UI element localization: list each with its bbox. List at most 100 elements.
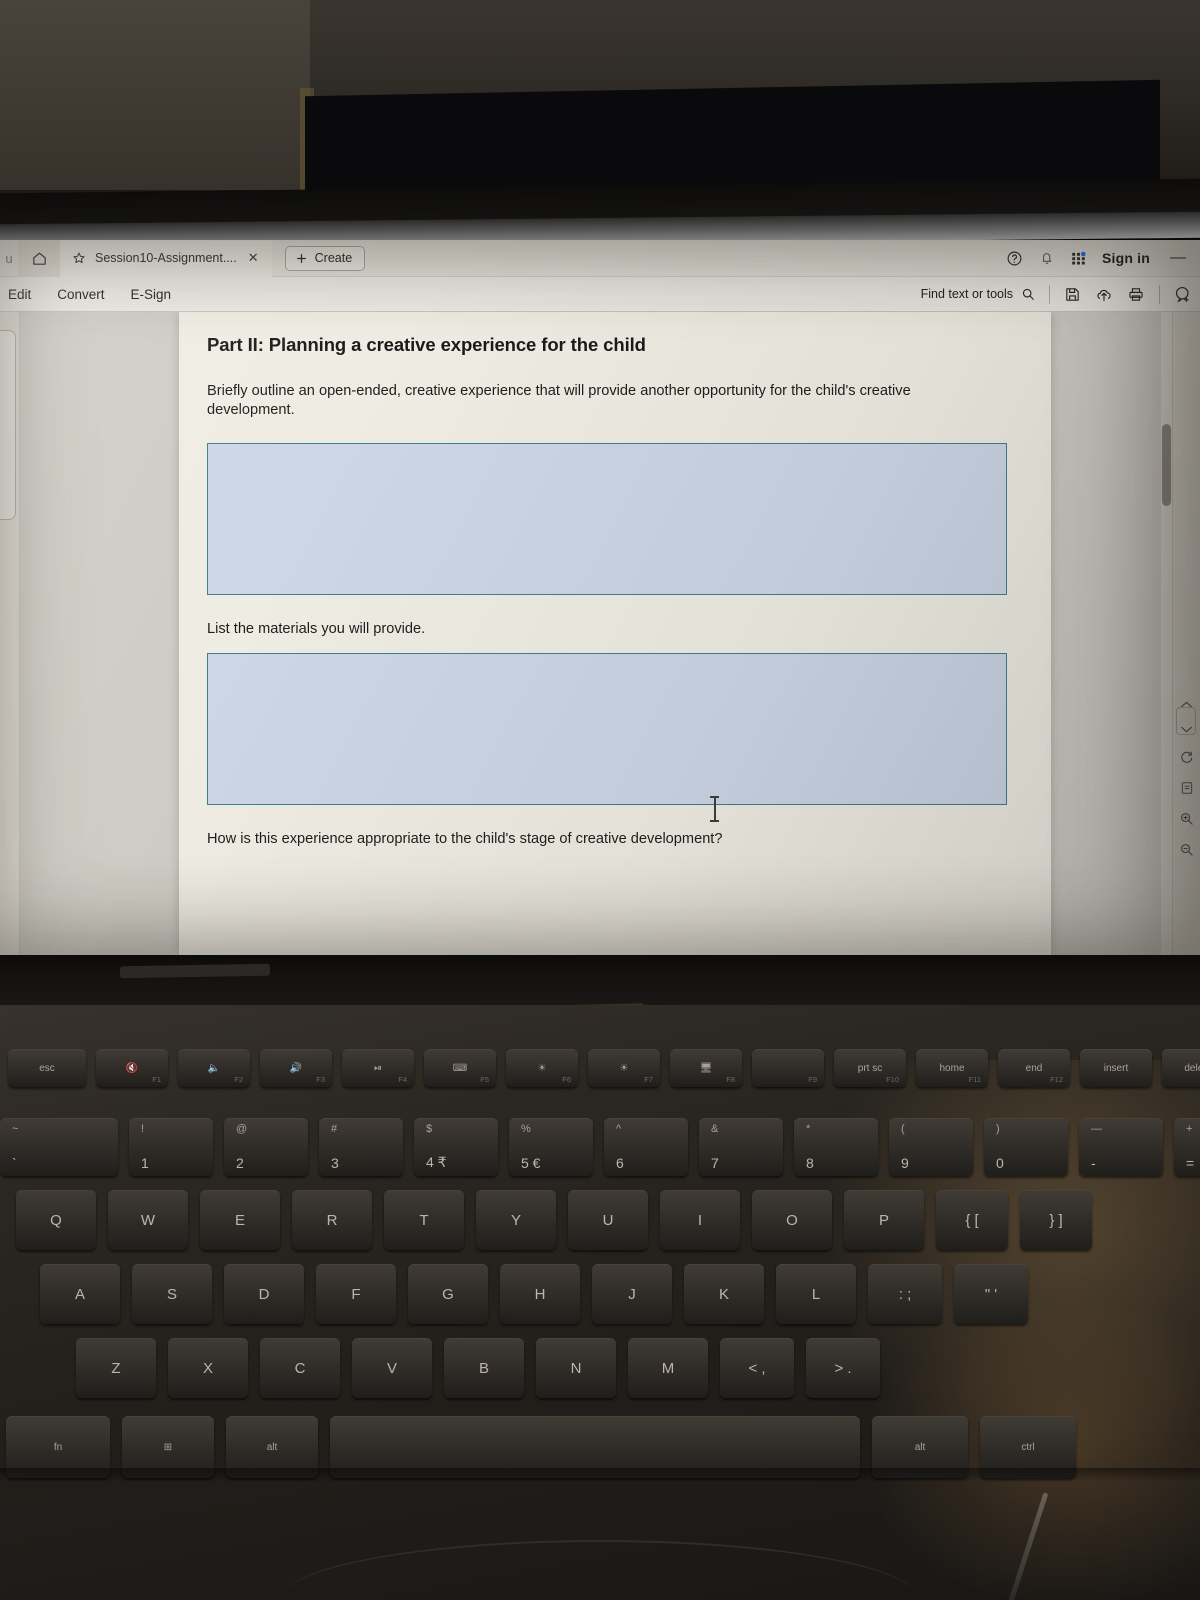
left-tool-rail[interactable]: ▪ ▫ ◣ ◢: [0, 312, 20, 955]
key-fn-F2[interactable]: 🔈 F2: [178, 1049, 250, 1087]
menu-item-esign[interactable]: E-Sign: [131, 287, 172, 302]
key-3[interactable]: #3: [319, 1118, 403, 1176]
key-K[interactable]: K: [684, 1264, 764, 1324]
key-}][interactable]: } ]: [1020, 1190, 1092, 1250]
key-:;[interactable]: : ;: [868, 1264, 942, 1324]
key-fn-F5[interactable]: ⌨ F5: [424, 1049, 496, 1087]
scrollbar-thumb[interactable]: [1162, 424, 1171, 506]
keyboard-function-row[interactable]: esc 🔇 F1 🔈 F2 🔊 F3 ⏯ F4 ⌨ F5 ☀ F6 ☀ F7 🖥 F8 F9 prt sc F10 ho…: [8, 1049, 1200, 1087]
menu-item-convert[interactable]: Convert: [57, 287, 104, 302]
pdf-page[interactable]: Part II: Planning a creative experience …: [179, 312, 1051, 955]
star-icon[interactable]: [72, 251, 86, 265]
laptop-keyboard[interactable]: esc 🔇 F1 🔈 F2 🔊 F3 ⏯ F4 ⌨ F5 ☀ F6 ☀ F7 🖥 F8 F9 prt sc F10 ho…: [0, 1005, 1200, 1478]
keyboard-home-row[interactable]: A S D F G H J K L: ; " ': [40, 1264, 1028, 1324]
key-C[interactable]: C: [260, 1338, 340, 1398]
key-fn-delete[interactable]: delete: [1162, 1049, 1200, 1087]
key-R[interactable]: R: [292, 1190, 372, 1250]
minimize-button[interactable]: —: [1166, 249, 1190, 267]
key-O[interactable]: O: [752, 1190, 832, 1250]
key->.[interactable]: > .: [806, 1338, 880, 1398]
rail-bookmark-icon[interactable]: ▫: [0, 407, 3, 417]
bell-icon[interactable]: [1039, 250, 1055, 266]
key-fn-F7[interactable]: ☀ F7: [588, 1049, 660, 1087]
rail-comment-icon[interactable]: ◣: [0, 437, 3, 447]
key-H[interactable]: H: [500, 1264, 580, 1324]
key-fn-F6[interactable]: ☀ F6: [506, 1049, 578, 1087]
find-text-or-tools-button[interactable]: Find text or tools: [921, 287, 1035, 301]
key-B[interactable]: B: [444, 1338, 524, 1398]
key-6[interactable]: ^ 6: [604, 1118, 688, 1176]
help-circle-icon[interactable]: [1006, 250, 1023, 267]
key-E[interactable]: E: [200, 1190, 280, 1250]
key-M[interactable]: M: [628, 1338, 708, 1398]
key-fn-F12[interactable]: end F12: [998, 1049, 1070, 1087]
key-F[interactable]: F: [316, 1264, 396, 1324]
document-scrollbar[interactable]: [1161, 312, 1172, 955]
key-fn-F1[interactable]: 🔇 F1: [96, 1049, 168, 1087]
key-5 €[interactable]: % 5 €: [509, 1118, 593, 1176]
form-field-outline-experience[interactable]: [207, 442, 1007, 595]
app-grid-icon[interactable]: [1071, 251, 1086, 266]
key-9[interactable]: (9: [889, 1118, 973, 1176]
key-Z[interactable]: Z: [76, 1338, 156, 1398]
key-S[interactable]: S: [132, 1264, 212, 1324]
key-<,[interactable]: < ,: [720, 1338, 794, 1398]
keyboard-number-row[interactable]: ~`!1@2#3$4 ₹%5 €^6&7*8(9)0—-+=backspace: [0, 1118, 1200, 1176]
keyboard-qwerty-row[interactable]: Q W E R T Y U I O P { [} ]: [16, 1190, 1092, 1250]
sign-in-button[interactable]: Sign in: [1102, 250, 1150, 266]
key-fn-F9[interactable]: F9: [752, 1049, 824, 1087]
key-U[interactable]: U: [568, 1190, 648, 1250]
cloud-upload-icon[interactable]: [1095, 286, 1113, 303]
key-J[interactable]: J: [592, 1264, 672, 1324]
menu-item-edit[interactable]: Edit: [8, 287, 31, 302]
key-fn-esc[interactable]: esc: [8, 1049, 86, 1087]
page-fit-icon[interactable]: [1180, 781, 1194, 795]
key-W[interactable]: W: [108, 1190, 188, 1250]
left-rail-panel[interactable]: ▪ ▫ ◣ ◢: [0, 330, 16, 520]
key-fn-F8[interactable]: 🖥 F8: [670, 1049, 742, 1087]
key-`[interactable]: ~ `: [0, 1118, 118, 1176]
key-T[interactable]: T: [384, 1190, 464, 1250]
key-Y[interactable]: Y: [476, 1190, 556, 1250]
right-rail-scroll-box[interactable]: [1176, 707, 1196, 735]
key-"'[interactable]: " ': [954, 1264, 1028, 1324]
rail-more-icon[interactable]: ◢: [0, 469, 3, 479]
key-fn-F4[interactable]: ⏯ F4: [342, 1049, 414, 1087]
create-button[interactable]: Create: [284, 245, 366, 271]
key-L[interactable]: L: [776, 1264, 856, 1324]
key-fn-F3[interactable]: 🔊 F3: [260, 1049, 332, 1087]
key-V[interactable]: V: [352, 1338, 432, 1398]
key-{[[interactable]: { [: [936, 1190, 1008, 1250]
print-icon[interactable]: [1127, 286, 1145, 303]
document-tab[interactable]: Session10-Assignment.... ✕: [60, 240, 272, 277]
key-D[interactable]: D: [224, 1264, 304, 1324]
key-7[interactable]: & 7: [699, 1118, 783, 1176]
key-0[interactable]: ) 0: [984, 1118, 1068, 1176]
key-I[interactable]: I: [660, 1190, 740, 1250]
right-tool-rail[interactable]: [1172, 312, 1200, 955]
key-X[interactable]: X: [168, 1338, 248, 1398]
key-A[interactable]: A: [40, 1264, 120, 1324]
rotate-icon[interactable]: [1179, 750, 1194, 765]
key-fn-insert[interactable]: insert: [1080, 1049, 1152, 1087]
key-P[interactable]: P: [844, 1190, 924, 1250]
key--[interactable]: — -: [1079, 1118, 1163, 1176]
key-fn-F10[interactable]: prt sc F10: [834, 1049, 906, 1087]
key-=[interactable]: + =: [1174, 1118, 1200, 1176]
key-G[interactable]: G: [408, 1264, 488, 1324]
key-N[interactable]: N: [536, 1338, 616, 1398]
key-Q[interactable]: Q: [16, 1190, 96, 1250]
key-2[interactable]: @2: [224, 1118, 308, 1176]
zoom-in-icon[interactable]: [1179, 811, 1194, 826]
save-floppy-icon[interactable]: [1064, 286, 1081, 303]
key-fn-F11[interactable]: home F11: [916, 1049, 988, 1087]
form-field-materials[interactable]: [207, 652, 1007, 805]
rail-thumbnail-icon[interactable]: ▪: [0, 375, 3, 385]
document-viewport[interactable]: Part II: Planning a creative experience …: [20, 312, 1180, 955]
zoom-out-icon[interactable]: [1179, 842, 1194, 857]
close-icon[interactable]: ✕: [246, 250, 261, 266]
key-1[interactable]: ! 1: [129, 1118, 213, 1176]
keyboard-bottom-row[interactable]: Z X C V B N M < , > .: [76, 1338, 880, 1398]
key-4 ₹[interactable]: $4 ₹: [414, 1118, 498, 1176]
add-person-comment-icon[interactable]: [1174, 285, 1192, 303]
